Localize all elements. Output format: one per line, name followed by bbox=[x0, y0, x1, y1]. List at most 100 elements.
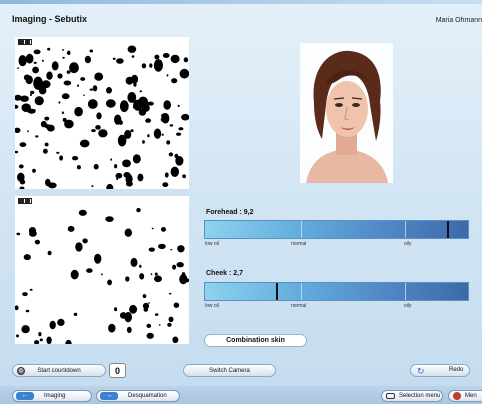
sebum-spot bbox=[46, 336, 52, 344]
sebum-spot bbox=[51, 61, 59, 71]
sebum-spot bbox=[89, 49, 94, 53]
sebum-spot bbox=[181, 113, 189, 121]
sebum-spot bbox=[112, 57, 116, 60]
sebum-spot bbox=[47, 250, 52, 256]
sebum-spot bbox=[74, 106, 83, 117]
sebum-spot bbox=[107, 279, 112, 286]
sebum-spots-forehead bbox=[15, 45, 189, 189]
sebutape-image-forehead bbox=[15, 37, 189, 189]
sebum-spot bbox=[27, 130, 29, 133]
sebum-spot bbox=[142, 294, 147, 299]
sebum-spot bbox=[18, 164, 24, 169]
sebum-spot bbox=[41, 59, 44, 62]
sebum-spot bbox=[153, 59, 163, 72]
sebum-spot bbox=[62, 56, 65, 59]
sebum-spot bbox=[117, 134, 127, 147]
camera-badge-icon bbox=[18, 198, 32, 204]
sebum-spot bbox=[66, 70, 71, 74]
sebum-spot bbox=[87, 99, 98, 109]
sebum-spot bbox=[43, 148, 48, 154]
sebum-spot bbox=[167, 322, 172, 327]
sebum-spot bbox=[178, 127, 184, 131]
sebum-spot bbox=[34, 96, 44, 106]
sebum-spot bbox=[57, 318, 65, 326]
scale-oily-label: oily bbox=[404, 303, 412, 309]
sebum-spot bbox=[30, 90, 35, 95]
sebum-spot bbox=[130, 129, 134, 133]
sebum-spot bbox=[132, 154, 141, 164]
window-top-strip bbox=[0, 0, 482, 4]
user-name: Maria Ohmann bbox=[435, 17, 482, 24]
redo-button[interactable]: ↻ Redo bbox=[410, 364, 470, 377]
sebum-spot bbox=[105, 99, 116, 108]
sebum-spot bbox=[96, 112, 102, 120]
sebum-spot bbox=[44, 142, 49, 147]
sebum-spot bbox=[25, 309, 30, 313]
sebum-spot bbox=[154, 54, 160, 60]
main-menu-button[interactable]: Men bbox=[448, 390, 482, 402]
scale-tick bbox=[301, 221, 302, 238]
sebum-spot bbox=[154, 272, 158, 276]
start-countdown-button[interactable]: ⏱ Start countdown bbox=[12, 364, 106, 377]
main-menu-icon bbox=[453, 392, 461, 400]
sebum-spot bbox=[76, 165, 81, 170]
sebum-spot bbox=[92, 85, 98, 92]
sebum-spot bbox=[119, 100, 129, 113]
sebum-spot bbox=[32, 168, 36, 173]
nav-imaging-button[interactable]: ← Imaging bbox=[12, 390, 92, 402]
sebum-spot bbox=[183, 57, 189, 63]
sebum-spot bbox=[33, 61, 37, 64]
sebum-spot bbox=[15, 127, 21, 133]
sebum-spot bbox=[162, 53, 170, 58]
camera-badge-icon bbox=[18, 39, 32, 45]
sebum-spot bbox=[153, 128, 162, 139]
sebum-spot bbox=[16, 334, 19, 338]
sebum-spot bbox=[146, 332, 154, 339]
sebum-spot bbox=[148, 302, 151, 304]
panel-divider bbox=[15, 189, 189, 196]
sebum-spot bbox=[114, 164, 118, 169]
scale-oily-label: oily bbox=[404, 241, 412, 247]
sebum-spot bbox=[83, 94, 86, 96]
sebum-spot bbox=[95, 125, 101, 130]
sebum-spot bbox=[166, 140, 171, 145]
sebum-spot bbox=[161, 227, 166, 232]
sebum-spot bbox=[98, 129, 108, 138]
scale-low-label: low oil bbox=[205, 303, 219, 309]
sebum-spot bbox=[61, 93, 70, 100]
sebum-spot bbox=[176, 132, 182, 136]
sebum-spot bbox=[148, 247, 155, 252]
sebum-spot bbox=[170, 249, 173, 251]
sebum-spot bbox=[23, 74, 31, 81]
sebum-spot bbox=[89, 88, 94, 91]
sebum-spot bbox=[94, 253, 102, 264]
sebum-spot bbox=[170, 54, 180, 64]
sebum-spot bbox=[127, 45, 137, 53]
sebum-spot bbox=[91, 185, 94, 188]
sebum-spot bbox=[139, 90, 142, 93]
sebum-spot bbox=[44, 116, 50, 121]
sebum-spot bbox=[133, 105, 138, 109]
sebum-spot bbox=[91, 129, 96, 133]
sebum-spot bbox=[16, 232, 21, 236]
sebum-spot bbox=[32, 66, 39, 74]
sebum-spot bbox=[175, 156, 184, 166]
nav-imaging-label: Imaging bbox=[44, 393, 66, 399]
sebum-spot bbox=[34, 340, 40, 344]
sebum-spot bbox=[67, 225, 75, 232]
nav-desquamation-button[interactable]: → Desquamation bbox=[96, 390, 180, 402]
sebum-spot bbox=[22, 292, 28, 297]
sebum-spot bbox=[70, 269, 79, 280]
selection-menu-button[interactable]: Selection menu bbox=[381, 390, 443, 402]
sebum-spot bbox=[172, 264, 177, 270]
redo-icon: ↻ bbox=[417, 366, 425, 376]
sebum-spot bbox=[65, 339, 72, 344]
sebum-spot bbox=[179, 68, 189, 79]
sebum-spot bbox=[78, 209, 87, 216]
sebum-spot bbox=[47, 47, 51, 51]
sebum-spot bbox=[169, 124, 174, 127]
scale-tick bbox=[405, 221, 406, 238]
sebum-spot bbox=[125, 276, 130, 282]
switch-camera-button[interactable]: Switch Camera bbox=[183, 364, 276, 377]
cheek-oil-scale bbox=[204, 282, 469, 301]
